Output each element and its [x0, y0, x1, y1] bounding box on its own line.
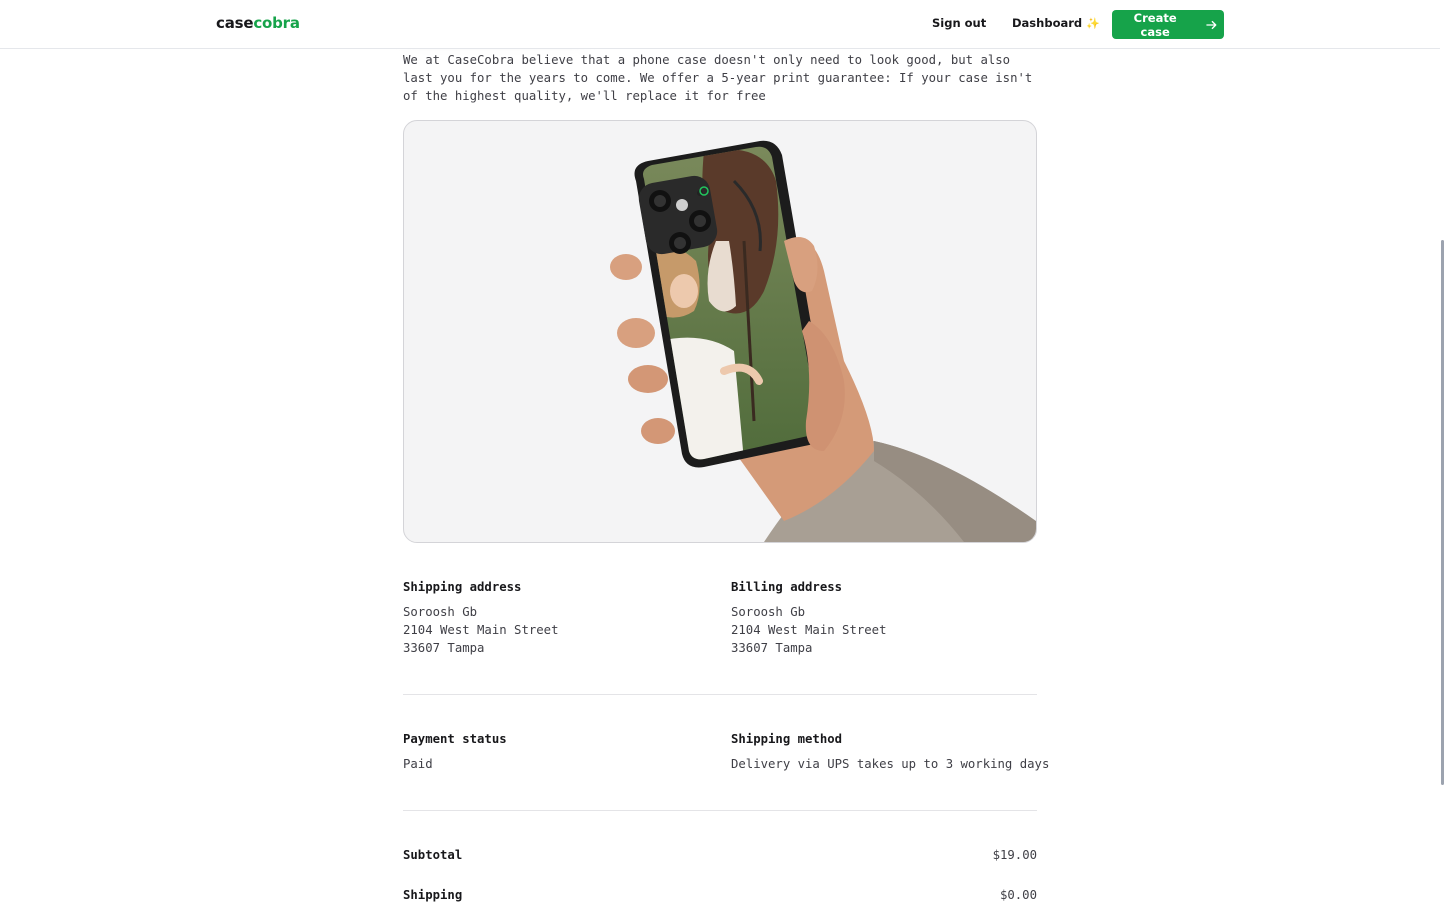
shipping-name: Soroosh Gb — [403, 605, 478, 619]
divider — [403, 810, 1037, 811]
billing-address-block: Soroosh Gb 2104 West Main Street 33607 T… — [731, 603, 886, 657]
divider — [403, 694, 1037, 695]
billing-street: 2104 West Main Street — [731, 623, 887, 637]
intro-paragraph: We at CaseCobra believe that a phone cas… — [403, 53, 1033, 103]
arrow-right-icon — [1206, 20, 1217, 29]
shipping-address-label: Shipping address — [403, 580, 522, 594]
logo-accent: cobra — [253, 14, 300, 32]
shipping-method-label: Shipping method — [731, 732, 843, 746]
shipping-method-value: Delivery via UPS takes up to 3 working d… — [731, 757, 1050, 771]
logo[interactable]: casecobra — [216, 14, 300, 32]
sparkles-icon: ✨ — [1086, 17, 1100, 30]
billing-name: Soroosh Gb — [731, 605, 806, 619]
subtotal-label: Subtotal — [403, 848, 463, 862]
payment-status-label: Payment status — [403, 732, 507, 746]
phone-in-hand-illustration — [610, 140, 1036, 542]
navbar: casecobra Sign out Dashboard ✨ Create cas… — [0, 0, 1440, 49]
shipping-address-block: Soroosh Gb 2104 West Main Street 33607 T… — [403, 603, 558, 657]
billing-address-label: Billing address — [731, 580, 843, 594]
create-case-label: Create case — [1133, 10, 1177, 39]
subtotal-value: $19.00 — [992, 848, 1037, 862]
sign-out-link[interactable]: Sign out — [932, 16, 986, 30]
shipping-city: 33607 Tampa — [403, 641, 485, 655]
create-case-button[interactable]: Create case — [1112, 10, 1224, 39]
dashboard-link[interactable]: Dashboard ✨ — [1012, 16, 1100, 30]
billing-city: 33607 Tampa — [731, 641, 813, 655]
logo-prefix: case — [216, 14, 254, 32]
shipping-cost-label: Shipping — [403, 888, 463, 902]
shipping-street: 2104 West Main Street — [403, 623, 559, 637]
payment-status-value: Paid — [403, 757, 433, 771]
shipping-cost-value: $0.00 — [999, 888, 1037, 902]
dashboard-label: Dashboard — [1012, 16, 1083, 30]
hero-image — [403, 120, 1037, 543]
